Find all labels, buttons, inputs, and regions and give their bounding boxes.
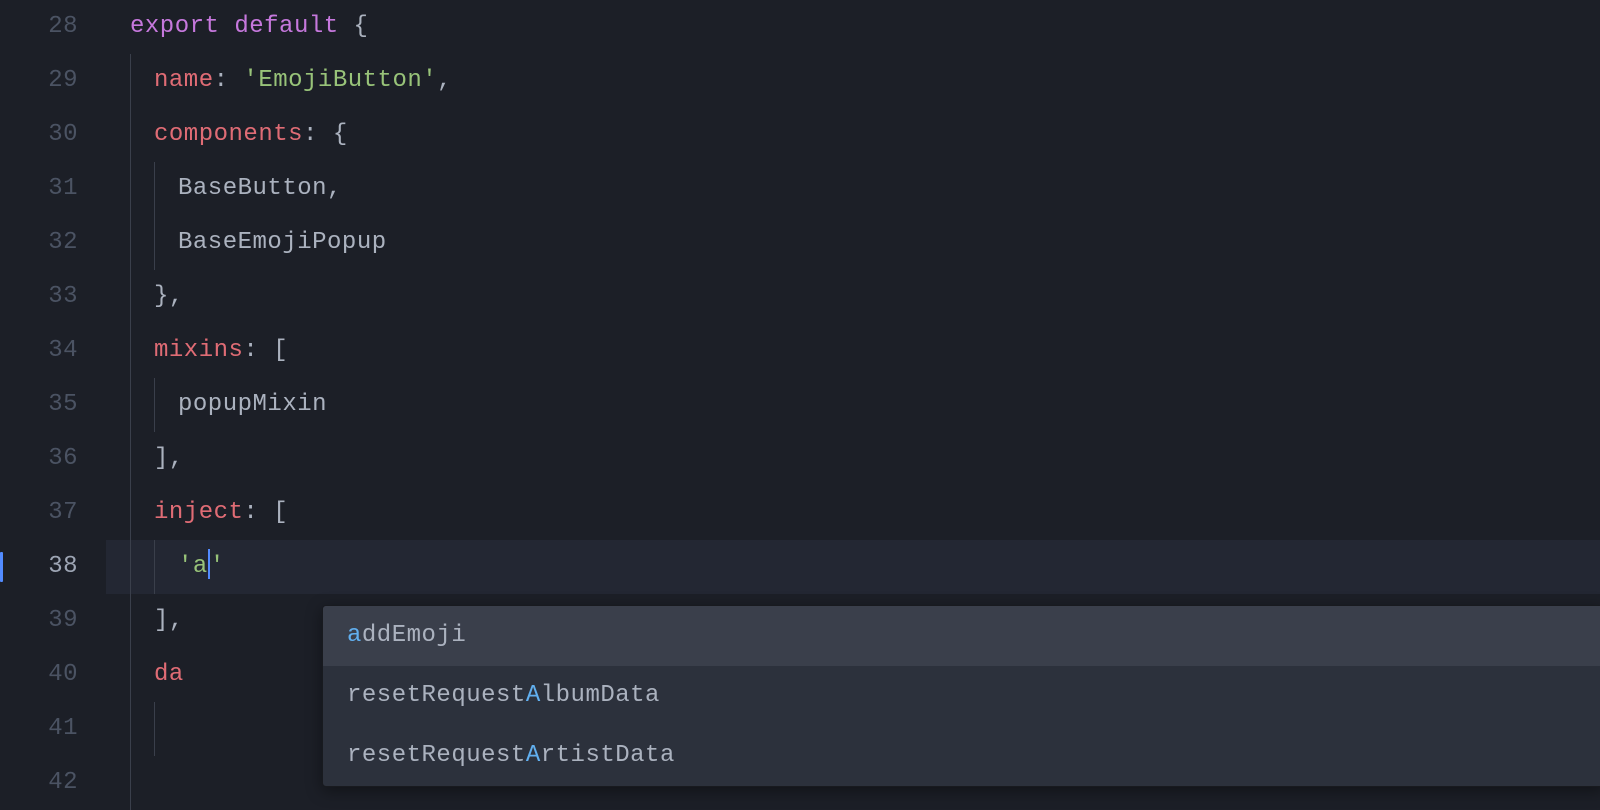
code-area[interactable]: export default {name: 'EmojiButton',comp… (106, 0, 1600, 800)
line-number: 41 (0, 702, 78, 756)
line-number: 33 (0, 270, 78, 324)
line-number-gutter: 282930313233343536373839404142 (0, 0, 106, 800)
line-number: 28 (0, 0, 78, 54)
autocomplete-popup[interactable]: addEmojiresetRequestAlbumDataresetReques… (322, 605, 1600, 787)
autocomplete-item[interactable]: addEmoji (323, 606, 1600, 666)
code-line[interactable]: mixins: [ (106, 324, 1600, 378)
code-line[interactable]: BaseEmojiPopup (106, 216, 1600, 270)
code-line[interactable]: inject: [ (106, 486, 1600, 540)
line-number: 39 (0, 594, 78, 648)
code-line[interactable]: 'a' (106, 540, 1600, 594)
line-number: 31 (0, 162, 78, 216)
line-number: 35 (0, 378, 78, 432)
code-line[interactable]: name: 'EmojiButton', (106, 54, 1600, 108)
code-editor[interactable]: 282930313233343536373839404142 export de… (0, 0, 1600, 800)
code-line[interactable]: BaseButton, (106, 162, 1600, 216)
line-number: 30 (0, 108, 78, 162)
code-line[interactable]: export default { (106, 0, 1600, 54)
code-line[interactable]: popupMixin (106, 378, 1600, 432)
line-number: 37 (0, 486, 78, 540)
autocomplete-item[interactable]: resetRequestAlbumData (323, 666, 1600, 726)
line-number: 40 (0, 648, 78, 702)
line-number: 42 (0, 756, 78, 810)
code-line[interactable]: components: { (106, 108, 1600, 162)
line-number: 29 (0, 54, 78, 108)
line-number: 36 (0, 432, 78, 486)
line-number: 32 (0, 216, 78, 270)
autocomplete-item[interactable]: resetRequestArtistData (323, 726, 1600, 786)
line-number: 34 (0, 324, 78, 378)
code-line[interactable]: }, (106, 270, 1600, 324)
line-number: 38 (0, 540, 78, 594)
code-line[interactable]: ], (106, 432, 1600, 486)
